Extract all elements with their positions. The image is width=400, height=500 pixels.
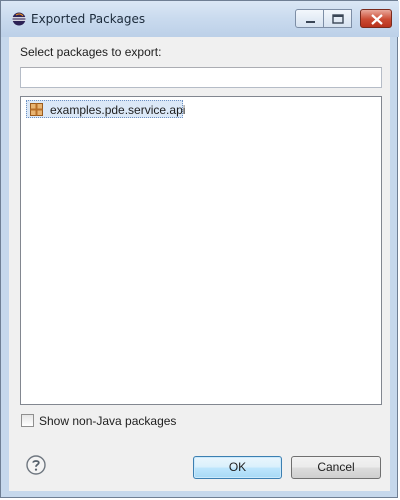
show-non-java-checkbox[interactable] bbox=[21, 414, 34, 427]
select-packages-label: Select packages to export: bbox=[20, 45, 162, 59]
show-non-java-label[interactable]: Show non-Java packages bbox=[39, 414, 176, 428]
package-icon bbox=[30, 103, 43, 116]
close-button[interactable] bbox=[360, 9, 392, 28]
package-list[interactable]: examples.pde.service.api bbox=[20, 96, 382, 405]
minimize-icon bbox=[306, 21, 315, 23]
close-icon bbox=[371, 14, 383, 25]
dialog-content: Select packages to export: examples.pde.… bbox=[9, 37, 390, 491]
maximize-button[interactable] bbox=[324, 9, 352, 28]
window-title: Exported Packages bbox=[31, 12, 146, 26]
help-icon[interactable] bbox=[26, 455, 46, 475]
dialog-window: Exported Packages Select packages to exp… bbox=[0, 0, 399, 498]
cancel-button[interactable]: Cancel bbox=[291, 456, 381, 479]
minimize-button[interactable] bbox=[295, 9, 324, 28]
maximize-icon bbox=[332, 14, 344, 24]
package-name: examples.pde.service.api bbox=[50, 103, 186, 117]
ok-button[interactable]: OK bbox=[193, 456, 282, 479]
package-filter-input[interactable] bbox=[20, 67, 382, 88]
eclipse-icon bbox=[12, 12, 26, 26]
title-bar[interactable]: Exported Packages bbox=[1, 1, 399, 37]
list-item[interactable]: examples.pde.service.api bbox=[26, 100, 186, 118]
